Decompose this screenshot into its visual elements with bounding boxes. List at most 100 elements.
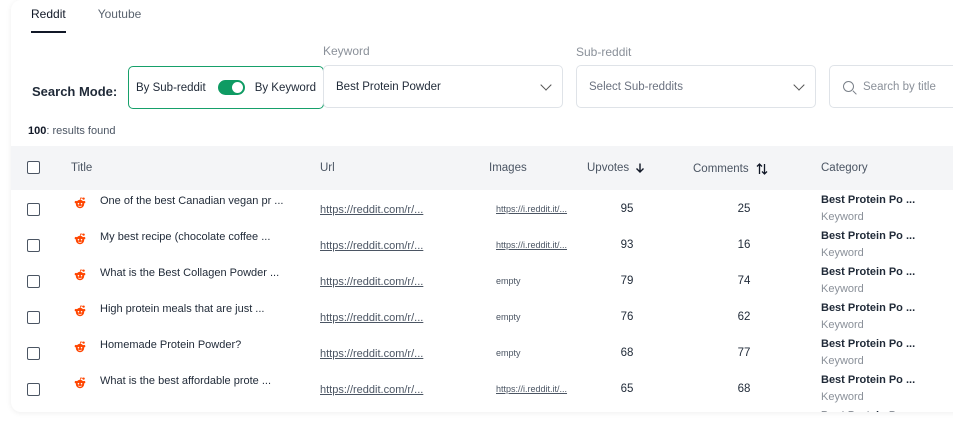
row-checkbox[interactable] [27,239,40,252]
chevron-down-icon [793,78,805,91]
search-input[interactable] [863,80,953,93]
row-comments: 68 [737,383,751,395]
search-mode-switch: By Sub-reddit By Keyword [128,66,324,109]
row-title[interactable]: What is the Best Collagen Powder ... [100,267,279,279]
row-category-type: Keyword [821,283,864,295]
reddit-icon [73,340,87,354]
row-url-link[interactable]: https://reddit.com/r/... [320,312,423,324]
row-image[interactable]: https://i.reddit.it/... [496,384,567,394]
main-card: Reddit Youtube Keyword Sub-reddit Search… [11,0,953,412]
row-title[interactable]: My best recipe (chocolate coffee ... [100,231,270,243]
row-checkbox[interactable] [27,311,40,324]
subreddit-label: Sub-reddit [576,45,632,59]
row-category-type: Keyword [821,247,864,259]
column-title: Title [71,162,92,174]
sort-arrow-down-icon[interactable] [634,162,646,174]
subreddit-select-placeholder: Select Sub-reddits [589,80,683,93]
row-title[interactable]: Homemade Protein Powder? [100,339,241,351]
table-row[interactable]: Cheat Chips Ahoy Is The Best Cook ... Bes… [11,408,953,412]
reddit-icon [73,268,87,282]
search-mode-label: Search Mode: [32,84,118,99]
row-url-link[interactable]: https://reddit.com/r/... [320,204,423,216]
row-url-link[interactable]: https://reddit.com/r/... [320,276,423,288]
subreddit-select[interactable]: Select Sub-reddits [576,65,816,108]
row-image: empty [496,276,521,286]
row-image[interactable]: https://i.reddit.it/... [496,240,567,250]
keyword-select[interactable]: Best Protein Powder [323,65,563,108]
results-number: 100 [28,125,47,137]
row-title[interactable]: Cheat Chips Ahoy Is The Best Cook ... [100,411,288,412]
tab-youtube[interactable]: Youtube [98,0,142,33]
row-category-type: Keyword [821,355,864,367]
row-title[interactable]: What is the best affordable prote ... [100,375,271,387]
row-title[interactable]: One of the best Canadian vegan pr ... [100,195,283,207]
row-url-link[interactable]: https://reddit.com/r/... [320,384,423,396]
row-checkbox[interactable] [27,275,40,288]
column-upvotes[interactable]: Upvotes [587,162,646,174]
keyword-select-value: Best Protein Powder [336,80,441,93]
mode-option-keyword[interactable]: By Keyword [255,82,316,94]
row-upvotes: 79 [620,275,634,287]
column-images-label: Images [489,162,527,174]
column-title-label: Title [71,162,93,174]
row-category: Best Protein Po ... [821,230,916,242]
row-comments: 25 [737,203,751,215]
table-row[interactable]: One of the best Canadian vegan pr ... htt… [11,192,953,228]
table-row[interactable]: What is the Best Collagen Powder ... http… [11,264,953,300]
reddit-icon [73,376,87,390]
row-checkbox[interactable] [27,347,40,360]
row-category: Best Protein Po ... [821,374,916,386]
table-row[interactable]: Homemade Protein Powder? https://reddit.c… [11,336,953,372]
table-row[interactable]: High protein meals that are just ... http… [11,300,953,336]
row-category: Best Protein Po ... [821,338,916,350]
keyword-label: Keyword [323,44,370,58]
tab-bar: Reddit Youtube [31,0,173,33]
row-upvotes: 68 [620,347,634,359]
row-category: Best Protein Po ... [821,302,916,314]
row-category: Best Protein Po ... [821,410,915,412]
column-upvotes-label: Upvotes [587,162,630,174]
row-upvotes: 93 [620,239,634,251]
table-row[interactable]: My best recipe (chocolate coffee ... http… [11,228,953,264]
column-comments[interactable]: Comments [693,162,769,176]
reddit-icon [73,196,87,210]
row-category-type: Keyword [821,211,864,223]
row-title[interactable]: High protein meals that are just ... [100,303,264,315]
tab-reddit[interactable]: Reddit [31,0,66,33]
search-mode-toggle[interactable] [217,80,245,95]
row-checkbox[interactable] [27,383,40,396]
row-upvotes: 95 [620,203,634,215]
row-comments: 74 [737,275,751,287]
reddit-icon [73,304,87,318]
column-category-label: Category [821,162,868,174]
row-url-link[interactable]: https://reddit.com/r/... [320,240,423,252]
row-comments: 16 [737,239,751,251]
toggle-knob [231,82,243,93]
row-category: Best Protein Po ... [821,194,916,206]
column-url-label: Url [320,162,335,174]
row-upvotes: 76 [620,311,634,323]
row-checkbox[interactable] [27,203,40,216]
row-image[interactable]: https://i.reddit.it/... [496,204,567,214]
search-icon [843,81,854,92]
sort-both-icon[interactable] [755,162,769,176]
row-comments: 62 [737,311,751,323]
column-category: Category [821,162,868,174]
row-image: empty [496,348,521,358]
row-category-type: Keyword [821,391,864,403]
mode-option-subreddit[interactable]: By Sub-reddit [136,82,206,94]
select-all-checkbox[interactable] [27,161,40,174]
results-suffix: : results found [46,125,116,137]
row-category: Best Protein Po ... [821,266,916,278]
row-image: empty [496,312,521,322]
chevron-down-icon [540,78,552,91]
row-comments: 77 [737,347,751,359]
row-category-type: Keyword [821,319,864,331]
row-upvotes: 65 [620,383,634,395]
row-url-link[interactable]: https://reddit.com/r/... [320,348,423,360]
table-header: Title Url Images Upvotes Comments Catego… [11,146,953,190]
table-row[interactable]: What is the best affordable prote ... htt… [11,372,953,408]
results-count: 100: results found [28,125,115,137]
column-images: Images [489,162,527,174]
column-comments-label: Comments [693,163,749,175]
